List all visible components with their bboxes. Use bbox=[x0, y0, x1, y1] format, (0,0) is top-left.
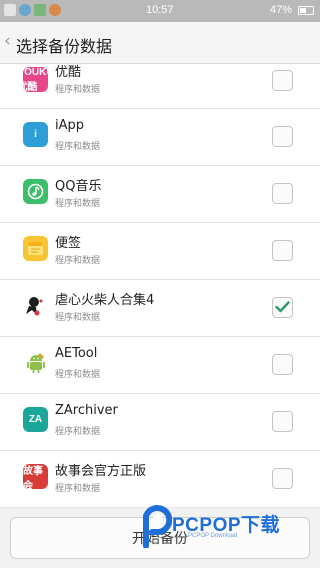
select-checkbox[interactable] bbox=[272, 240, 293, 261]
android-icon bbox=[23, 350, 48, 375]
app-list[interactable]: YOUKU 优酷 优酷 程序和数据 i iApp 程序和数据 QQ音乐 程序和数… bbox=[0, 64, 320, 508]
notification-icon bbox=[4, 4, 16, 16]
app-name: ZArchiver bbox=[55, 403, 118, 418]
app-name: 便签 bbox=[55, 236, 82, 251]
select-checkbox[interactable] bbox=[272, 354, 293, 375]
select-checkbox[interactable] bbox=[272, 411, 293, 432]
app-name: iApp bbox=[55, 118, 85, 133]
app-subtitle: 程序和数据 bbox=[55, 142, 101, 152]
iapp-icon-text: i bbox=[34, 129, 37, 140]
story-icon: 故事会 bbox=[23, 464, 48, 489]
zarchiver-icon: ZA bbox=[23, 407, 48, 432]
select-checkbox-checked[interactable] bbox=[272, 297, 293, 318]
page-title: 选择备份数据 bbox=[16, 37, 113, 56]
notification-icon bbox=[19, 4, 31, 16]
zarchiver-icon-text: ZA bbox=[28, 414, 43, 425]
list-item[interactable]: ZA ZArchiver 程序和数据 bbox=[0, 394, 320, 451]
battery-icon bbox=[298, 6, 314, 15]
notes-icon bbox=[23, 236, 48, 261]
select-checkbox[interactable] bbox=[272, 70, 293, 91]
list-item[interactable]: YOUKU 优酷 优酷 程序和数据 bbox=[0, 64, 320, 109]
notification-icon bbox=[49, 4, 61, 16]
select-checkbox[interactable] bbox=[272, 126, 293, 147]
back-arrow-icon[interactable]: ‹ bbox=[4, 31, 11, 51]
app-name: AETool bbox=[55, 346, 98, 361]
checkmark-icon bbox=[275, 301, 290, 313]
youku-icon-text: YOUKU 优酷 bbox=[23, 67, 48, 92]
select-checkbox[interactable] bbox=[272, 183, 293, 204]
list-item[interactable]: QQ音乐 程序和数据 bbox=[0, 166, 320, 223]
iapp-icon: i bbox=[23, 122, 48, 147]
status-bar: 10:57 47% bbox=[0, 0, 320, 22]
app-subtitle: 程序和数据 bbox=[55, 427, 101, 437]
list-item[interactable]: 虐心火柴人合集4 程序和数据 bbox=[0, 280, 320, 337]
youku-icon: YOUKU 优酷 bbox=[23, 67, 48, 92]
list-item[interactable]: 便签 程序和数据 bbox=[0, 223, 320, 280]
app-name: 优酷 bbox=[55, 65, 82, 80]
status-time: 10:57 bbox=[146, 4, 174, 16]
app-subtitle: 程序和数据 bbox=[55, 313, 101, 323]
app-subtitle: 程序和数据 bbox=[55, 256, 101, 266]
qq-music-icon bbox=[23, 179, 48, 204]
app-name: 故事会官方正版 bbox=[55, 464, 147, 479]
app-subtitle: 程序和数据 bbox=[55, 85, 101, 95]
notification-icon bbox=[34, 4, 46, 16]
list-item[interactable]: AETool 程序和数据 bbox=[0, 337, 320, 394]
app-name: QQ音乐 bbox=[55, 179, 102, 194]
app-subtitle: 程序和数据 bbox=[55, 484, 101, 494]
battery-percent: 47% bbox=[270, 4, 293, 16]
notification-icons bbox=[4, 4, 61, 16]
story-icon-text: 故事会 bbox=[23, 465, 43, 490]
list-item[interactable]: i iApp 程序和数据 bbox=[0, 109, 320, 166]
app-name: 虐心火柴人合集4 bbox=[55, 293, 155, 308]
select-checkbox[interactable] bbox=[272, 468, 293, 489]
list-item[interactable]: 故事会 故事会官方正版 程序和数据 bbox=[0, 451, 320, 508]
app-subtitle: 程序和数据 bbox=[55, 370, 101, 380]
app-subtitle: 程序和数据 bbox=[55, 199, 101, 209]
stickman-game-icon bbox=[23, 293, 48, 318]
header: ‹ 选择备份数据 bbox=[0, 22, 320, 64]
start-backup-button[interactable]: 开始备份 bbox=[10, 517, 310, 559]
